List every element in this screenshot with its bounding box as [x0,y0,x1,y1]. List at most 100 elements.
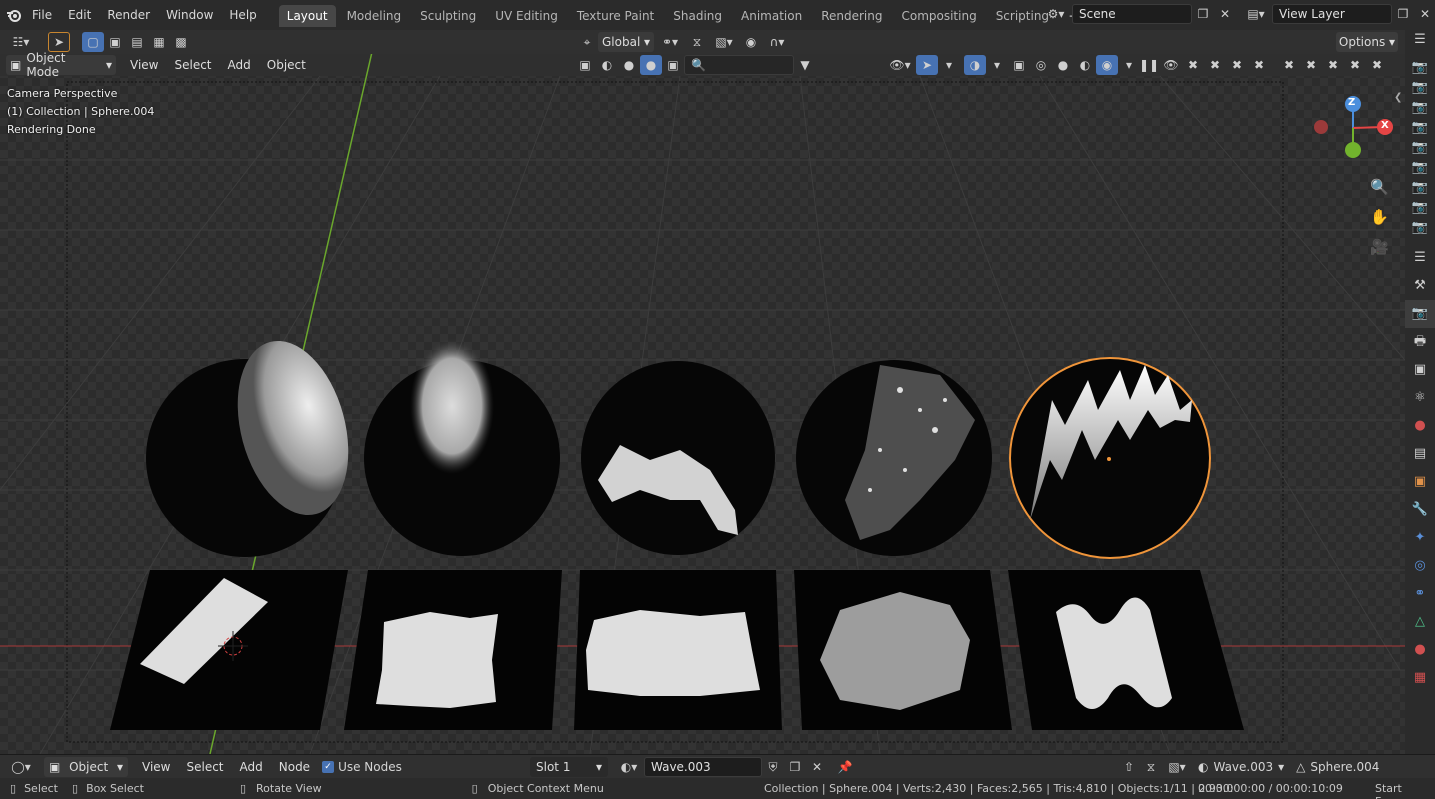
object-properties-icon[interactable]: ▣ [1405,468,1435,496]
tab-uv-editing[interactable]: UV Editing [487,5,566,27]
collection-properties-icon[interactable]: ▤ [1405,440,1435,468]
node-menu-select[interactable]: Select [178,760,231,774]
shading-filter-icon[interactable]: ◐ [596,55,618,75]
plane-4[interactable] [794,570,1012,730]
restrict-toggle-icon[interactable]: ✖ [1344,55,1366,75]
pivot-point-icon[interactable]: ⚭▾ [654,32,686,52]
select-invert-icon[interactable]: ▦ [148,32,170,52]
world-filter-icon[interactable]: ● [640,55,662,75]
tab-compositing[interactable]: Compositing [893,5,984,27]
menu-edit[interactable]: Edit [60,0,99,30]
sphere-4[interactable] [796,360,992,556]
camera-snapshot-icon[interactable]: 📷 [1405,118,1435,138]
snap-icon[interactable]: ⧖ [686,32,708,52]
plane-1[interactable] [110,570,348,730]
restrict-toggle-icon[interactable]: ✖ [1204,55,1226,75]
object-breadcrumb[interactable]: △ Sphere.004 [1296,760,1379,774]
pause-render-icon[interactable]: ❚❚ [1138,55,1160,75]
material-properties-icon[interactable]: ● [1405,636,1435,664]
wireframe-shading-icon[interactable]: ◎ [1030,55,1052,75]
physics-properties-icon[interactable]: ◎ [1405,552,1435,580]
xray-icon[interactable]: ▣ [1008,55,1030,75]
node-menu-add[interactable]: Add [232,760,271,774]
view-layer-properties-icon[interactable]: ▣ [1405,356,1435,384]
select-new-icon[interactable]: ▢ [82,32,104,52]
transform-orientation-dropdown[interactable]: Global ▾ [598,32,654,52]
new-view-layer-icon[interactable]: ❐ [1392,4,1414,24]
viewport-menu-view[interactable]: View [122,58,166,72]
viewport-menu-object[interactable]: Object [259,58,314,72]
restrict-toggle-icon[interactable]: ✖ [1226,55,1248,75]
camera-snapshot-icon[interactable]: 📷 [1405,158,1435,178]
blender-logo-icon[interactable] [4,5,24,25]
3d-viewport[interactable]: Camera Perspective (1) Collection | Sphe… [0,30,1405,754]
node-editor-type-icon[interactable]: ◯▾ [4,757,38,777]
scene-name-field[interactable]: Scene [1072,4,1192,24]
texture-properties-icon[interactable]: ▦ [1405,664,1435,692]
sphere-5-selected[interactable] [1009,357,1211,559]
visibility-icon[interactable]: 👁▾ [884,55,916,75]
tab-modeling[interactable]: Modeling [339,5,410,27]
gizmo-options-icon[interactable]: ▾ [938,55,960,75]
node-menu-node[interactable]: Node [271,760,318,774]
tab-texture-paint[interactable]: Texture Paint [569,5,662,27]
menu-render[interactable]: Render [99,0,158,30]
node-menu-view[interactable]: View [134,760,178,774]
camera-snapshot-icon[interactable]: 📷 [1405,58,1435,78]
visibility-toggle-icon[interactable]: 👁 [1160,55,1182,75]
snap-target-icon[interactable]: ▧▾ [1162,757,1192,777]
camera-snapshot-icon[interactable]: 📷 [1405,98,1435,118]
constraints-properties-icon[interactable]: ⚭ [1405,580,1435,608]
select-intersect-icon[interactable]: ▩ [170,32,192,52]
viewport-search-input[interactable]: 🔍 [684,55,794,75]
restrict-toggle-icon[interactable]: ✖ [1278,55,1300,75]
filter-options-icon[interactable]: ▼ [794,55,816,75]
material-name-field[interactable]: Wave.003 [644,757,762,777]
editor-type-icon[interactable]: ☷▾ [4,32,38,52]
tool-settings-icon[interactable]: ⚒ [1405,272,1435,300]
mode-dropdown[interactable]: ▣ Object Mode ▾ [6,51,116,79]
restrict-toggle-icon[interactable]: ✖ [1366,55,1388,75]
camera-snapshot-icon[interactable]: 📷 [1405,218,1435,238]
options-dropdown[interactable]: Options ▾ [1336,32,1398,52]
zoom-icon[interactable]: 🔍 [1370,172,1389,202]
material-shading-icon[interactable]: ◐ [1074,55,1096,75]
select-tool-icon[interactable]: ➤ [48,32,70,52]
pan-hand-icon[interactable]: ✋ [1370,202,1389,232]
sphere-3[interactable] [581,361,775,555]
shader-type-dropdown[interactable]: ▣ Object ▾ [44,756,128,777]
material-breadcrumb[interactable]: ◐ Wave.003 ▾ [1198,760,1284,774]
view-layer-name-field[interactable]: View Layer [1272,4,1392,24]
view-layer-icon[interactable]: ▤▾ [1240,4,1272,24]
shading-options-icon[interactable]: ▾ [1118,55,1140,75]
fake-user-shield-icon[interactable]: ⛨ [762,757,784,777]
restrict-toggle-icon[interactable]: ✖ [1182,55,1204,75]
delete-scene-icon[interactable]: ✕ [1214,4,1236,24]
world-properties-icon[interactable]: ● [1405,412,1435,440]
overlay-options-icon[interactable]: ▾ [986,55,1008,75]
material-filter-icon[interactable]: ● [618,55,640,75]
use-nodes-checkbox[interactable]: ✓ Use Nodes [322,760,402,774]
properties-editor-icon[interactable]: ☰ [1405,244,1435,272]
select-subtract-icon[interactable]: ▤ [126,32,148,52]
data-properties-icon[interactable]: △ [1405,608,1435,636]
viewport-menu-add[interactable]: Add [220,58,259,72]
snap-node-icon[interactable]: ⧖ [1140,757,1162,777]
proportional-edit-icon[interactable]: ◉ [740,32,762,52]
tab-animation[interactable]: Animation [733,5,810,27]
tab-shading[interactable]: Shading [665,5,730,27]
tab-sculpting[interactable]: Sculpting [412,5,484,27]
material-browse-icon[interactable]: ◐▾ [614,757,644,777]
camera-snapshot-icon[interactable]: 📷 [1405,78,1435,98]
scene-icon[interactable]: ⚙▾ [1040,4,1072,24]
gizmo-toggle-icon[interactable]: ➤ [916,55,938,75]
plane-2[interactable] [344,570,562,730]
scene-properties-icon[interactable]: ⚛ [1405,384,1435,412]
camera-snapshot-icon[interactable]: 📷 [1405,198,1435,218]
sidebar-toggle-icon[interactable]: ❮ [1394,92,1402,103]
camera-snapshot-icon[interactable]: 📷 [1405,178,1435,198]
delete-view-layer-icon[interactable]: ✕ [1414,4,1435,24]
output-properties-icon[interactable]: 🖶 [1405,328,1435,356]
modifier-properties-icon[interactable]: 🔧 [1405,496,1435,524]
camera-snapshot-icon[interactable]: 📷 [1405,138,1435,158]
